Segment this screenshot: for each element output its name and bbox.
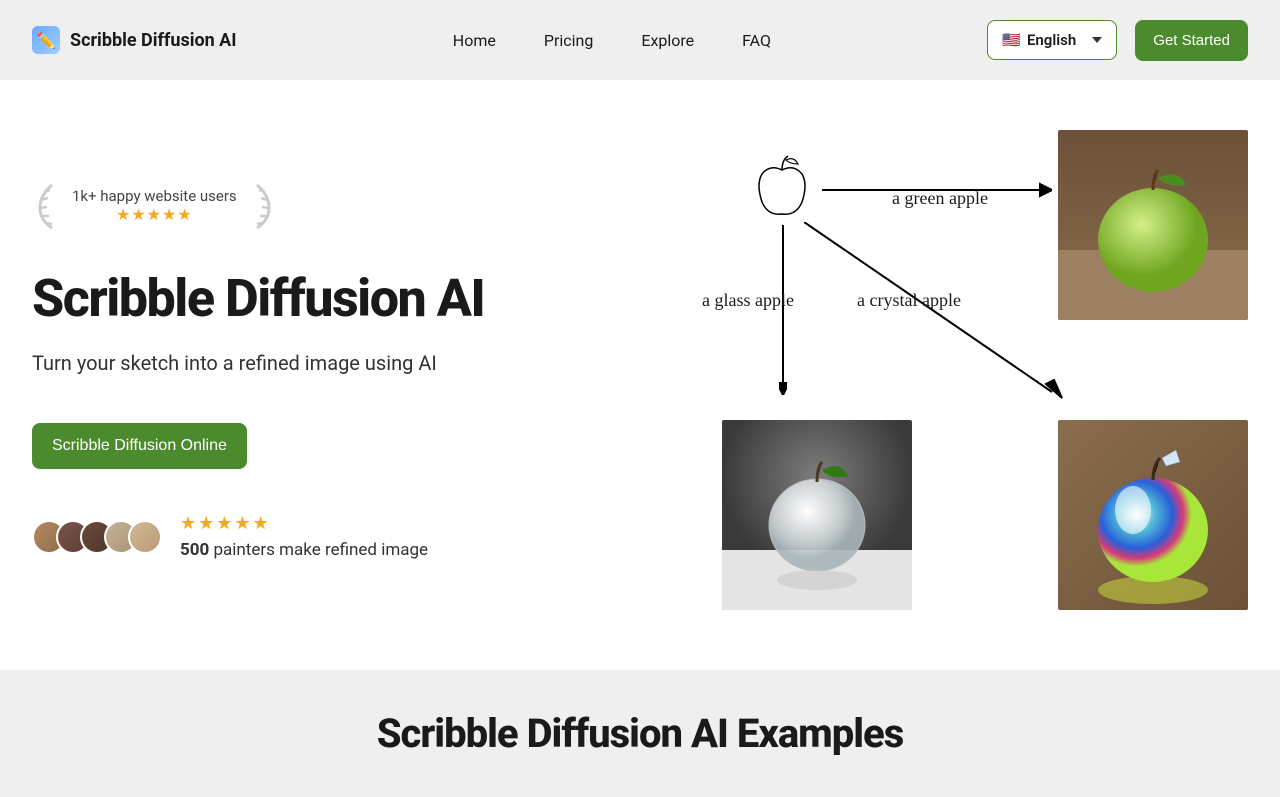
get-started-button[interactable]: Get Started — [1135, 20, 1248, 61]
brand-name: Scribble Diffusion AI — [70, 30, 237, 51]
nav-explore[interactable]: Explore — [641, 31, 694, 50]
social-text: 500 painters make refined image — [180, 540, 428, 560]
sketch-apple-icon — [752, 150, 812, 220]
laurel-right-icon — [247, 180, 277, 230]
nav-home[interactable]: Home — [453, 31, 496, 50]
main-nav: Home Pricing Explore FAQ — [453, 31, 771, 50]
globe-icon: 🇺🇸 — [1002, 31, 1021, 49]
language-label: English — [1027, 31, 1076, 49]
avatar-stack — [32, 520, 162, 554]
generated-glass-apple — [722, 420, 912, 610]
language-selector[interactable]: 🇺🇸 English — [987, 20, 1117, 60]
hero-section: 1k+ happy website users ★★★★★ Scribble D… — [0, 80, 1280, 670]
social-proof: ★★★★★ 500 painters make refined image — [32, 513, 592, 560]
logo-icon: ✏️ — [32, 26, 60, 54]
examples-section: Scribble Diffusion AI Examples — [0, 670, 1280, 797]
trust-badge: 1k+ happy website users ★★★★★ — [32, 180, 592, 230]
badge-stars: ★★★★★ — [72, 205, 237, 224]
nav-pricing[interactable]: Pricing — [544, 31, 594, 50]
avatar — [128, 520, 162, 554]
site-header: ✏️ Scribble Diffusion AI Home Pricing Ex… — [0, 0, 1280, 80]
nav-faq[interactable]: FAQ — [742, 31, 771, 50]
generated-green-apple — [1058, 130, 1248, 320]
badge-text: 1k+ happy website users — [72, 187, 237, 205]
hero-copy: 1k+ happy website users ★★★★★ Scribble D… — [32, 130, 592, 610]
brand[interactable]: ✏️ Scribble Diffusion AI — [32, 26, 237, 54]
cta-button[interactable]: Scribble Diffusion Online — [32, 423, 247, 469]
chevron-down-icon — [1092, 37, 1102, 43]
laurel-left-icon — [32, 180, 62, 230]
hero-illustration: aptniatps a green apple a glass apple a … — [632, 130, 1248, 610]
label-glass-apple: a glass apple — [702, 290, 794, 311]
social-stars: ★★★★★ — [180, 513, 428, 534]
header-actions: 🇺🇸 English Get Started — [987, 20, 1248, 61]
hero-title: Scribble Diffusion AI — [32, 270, 592, 327]
label-crystal-apple: a crystal apple — [857, 290, 961, 311]
examples-heading: Scribble Diffusion AI Examples — [0, 710, 1280, 757]
label-green-apple: a green apple — [892, 188, 988, 209]
hero-subtitle: Turn your sketch into a refined image us… — [32, 351, 592, 375]
generated-crystal-apple — [1058, 420, 1248, 610]
